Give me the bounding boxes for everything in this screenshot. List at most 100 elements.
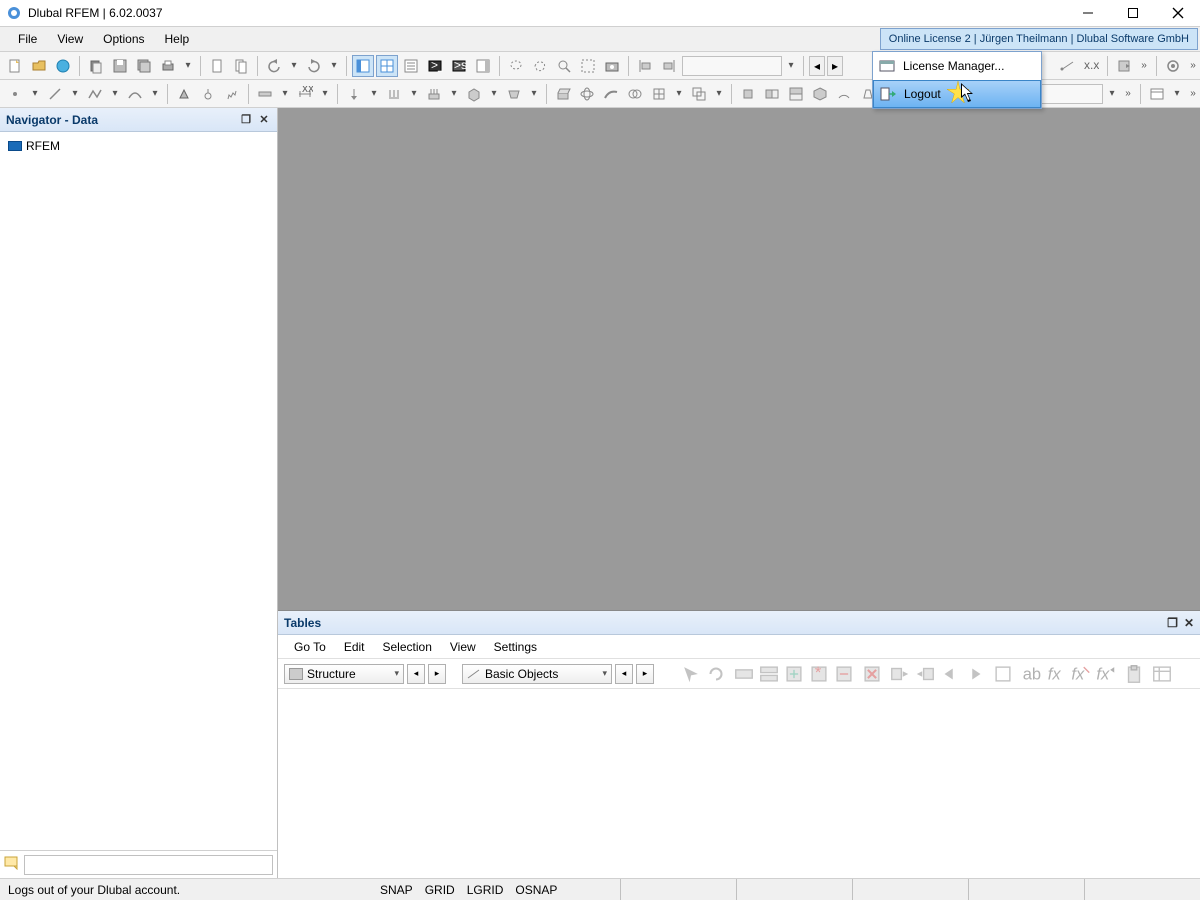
line-icon[interactable] — [44, 83, 66, 105]
chevron-down-icon[interactable]: ▾ — [287, 60, 301, 71]
views-top-icon[interactable] — [785, 83, 807, 105]
chevron-down-icon[interactable]: ▾ — [1105, 88, 1119, 99]
save-all-icon[interactable] — [133, 55, 155, 77]
next-table-button[interactable]: ▸ — [428, 664, 446, 684]
views-cube-icon[interactable] — [737, 83, 759, 105]
menu-options[interactable]: Options — [93, 28, 154, 50]
arc-view-icon[interactable] — [833, 83, 855, 105]
license-badge[interactable]: Online License 2 | Jürgen Theilmann | Dl… — [880, 28, 1198, 50]
undo-icon[interactable] — [263, 55, 285, 77]
import-right-icon[interactable] — [889, 663, 911, 685]
intersect-icon[interactable] — [688, 83, 710, 105]
chevron-down-icon[interactable]: ▾ — [672, 88, 686, 99]
chevron-down-icon[interactable]: ▾ — [327, 60, 341, 71]
pick-icon[interactable] — [680, 663, 702, 685]
overflow-icon[interactable]: » — [1186, 88, 1200, 99]
overflow-icon[interactable]: » — [1121, 88, 1135, 99]
maximize-button[interactable] — [1110, 0, 1155, 26]
views-iso-icon[interactable] — [809, 83, 831, 105]
import-left-icon[interactable] — [914, 663, 936, 685]
prev-button[interactable]: ◂ — [809, 56, 825, 76]
navigator-tree[interactable]: RFEM — [0, 132, 277, 850]
terminal-icon[interactable]: >_ — [424, 55, 446, 77]
blank-cell-icon[interactable] — [992, 663, 1014, 685]
tables-body[interactable] — [278, 689, 1200, 878]
chevron-down-icon[interactable]: ▾ — [1170, 88, 1184, 99]
refresh-icon[interactable] — [705, 663, 727, 685]
logout-item[interactable]: Logout — [873, 80, 1041, 108]
measure-xxx-icon[interactable]: x.xx — [1080, 55, 1102, 77]
export-table-icon[interactable] — [1151, 663, 1173, 685]
chevron-down-icon[interactable]: ▾ — [318, 88, 332, 99]
chevron-down-icon[interactable]: ▾ — [68, 88, 82, 99]
fx-icon[interactable]: fx — [1045, 663, 1067, 685]
next-object-button[interactable]: ▸ — [636, 664, 654, 684]
save-icon[interactable] — [109, 55, 131, 77]
curve-icon[interactable] — [124, 83, 146, 105]
restore-icon[interactable]: ❐ — [239, 113, 253, 127]
script-icon[interactable]: >sc — [448, 55, 470, 77]
tables-menu-view[interactable]: View — [442, 637, 484, 657]
tables-object-select[interactable]: Basic Objects ▾ — [462, 664, 612, 684]
revolve-icon[interactable] — [576, 83, 598, 105]
snap-toggle[interactable]: SNAP — [380, 883, 413, 897]
new-icon[interactable] — [4, 55, 26, 77]
load-area-icon[interactable] — [423, 83, 445, 105]
tree-root-item[interactable]: RFEM — [6, 138, 271, 154]
close-icon[interactable]: ✕ — [257, 113, 271, 127]
table-view-icon[interactable] — [1146, 83, 1168, 105]
prev-object-button[interactable]: ◂ — [615, 664, 633, 684]
lasso-free-icon[interactable] — [529, 55, 551, 77]
panel-list-icon[interactable] — [400, 55, 422, 77]
fx-clear-icon[interactable]: fx — [1070, 663, 1092, 685]
chevron-down-icon[interactable]: ▾ — [108, 88, 122, 99]
close-icon[interactable]: ✕ — [1184, 616, 1194, 630]
view-select[interactable] — [682, 56, 782, 76]
arrow-left-icon[interactable] — [939, 663, 961, 685]
boolean-icon[interactable] — [624, 83, 646, 105]
settings-gear-icon[interactable] — [1162, 55, 1184, 77]
load-free-icon[interactable] — [503, 83, 525, 105]
dimension-icon[interactable]: xx — [294, 83, 316, 105]
extrude-icon[interactable] — [552, 83, 574, 105]
support-icon[interactable] — [173, 83, 195, 105]
navigator-search-input[interactable] — [24, 855, 273, 875]
mesh-icon[interactable] — [648, 83, 670, 105]
camera-icon[interactable] — [601, 55, 623, 77]
polyline-icon[interactable] — [84, 83, 106, 105]
cell-minus-icon[interactable] — [833, 663, 855, 685]
member-icon[interactable] — [254, 83, 276, 105]
zoom-fit-icon[interactable] — [553, 55, 575, 77]
align-left-icon[interactable] — [634, 55, 656, 77]
chevron-down-icon[interactable]: ▾ — [28, 88, 42, 99]
tables-menu-settings[interactable]: Settings — [486, 637, 545, 657]
panel-left-icon[interactable] — [352, 55, 374, 77]
chevron-down-icon[interactable]: ▾ — [527, 88, 541, 99]
measure-linear-icon[interactable] — [1056, 55, 1078, 77]
restore-icon[interactable]: ❐ — [1167, 616, 1178, 630]
views-side-icon[interactable] — [761, 83, 783, 105]
export-icon[interactable] — [1113, 55, 1135, 77]
comment-icon[interactable] — [4, 856, 20, 873]
chevron-down-icon[interactable]: ▾ — [367, 88, 381, 99]
prev-table-button[interactable]: ◂ — [407, 664, 425, 684]
tables-menu-goto[interactable]: Go To — [286, 637, 334, 657]
load-solid-icon[interactable] — [463, 83, 485, 105]
hinge-icon[interactable] — [197, 83, 219, 105]
osnap-toggle[interactable]: OSNAP — [515, 883, 557, 897]
chevron-down-icon[interactable]: ▾ — [784, 60, 798, 71]
license-manager-item[interactable]: License Manager... — [873, 52, 1041, 80]
zoom-area-icon[interactable] — [577, 55, 599, 77]
cloud-icon[interactable] — [52, 55, 74, 77]
next-button[interactable]: ▸ — [827, 56, 843, 76]
tables-menu-edit[interactable]: Edit — [336, 637, 373, 657]
fx-apply-icon[interactable]: fx — [1095, 663, 1117, 685]
cell-star-icon[interactable]: * — [808, 663, 830, 685]
grid-toggle[interactable]: GRID — [425, 883, 455, 897]
minimize-button[interactable] — [1065, 0, 1110, 26]
load-line-icon[interactable] — [383, 83, 405, 105]
chevron-down-icon[interactable]: ▾ — [148, 88, 162, 99]
chevron-down-icon[interactable]: ▾ — [487, 88, 501, 99]
overflow-icon[interactable]: » — [1186, 60, 1200, 71]
copy-icon[interactable] — [85, 55, 107, 77]
